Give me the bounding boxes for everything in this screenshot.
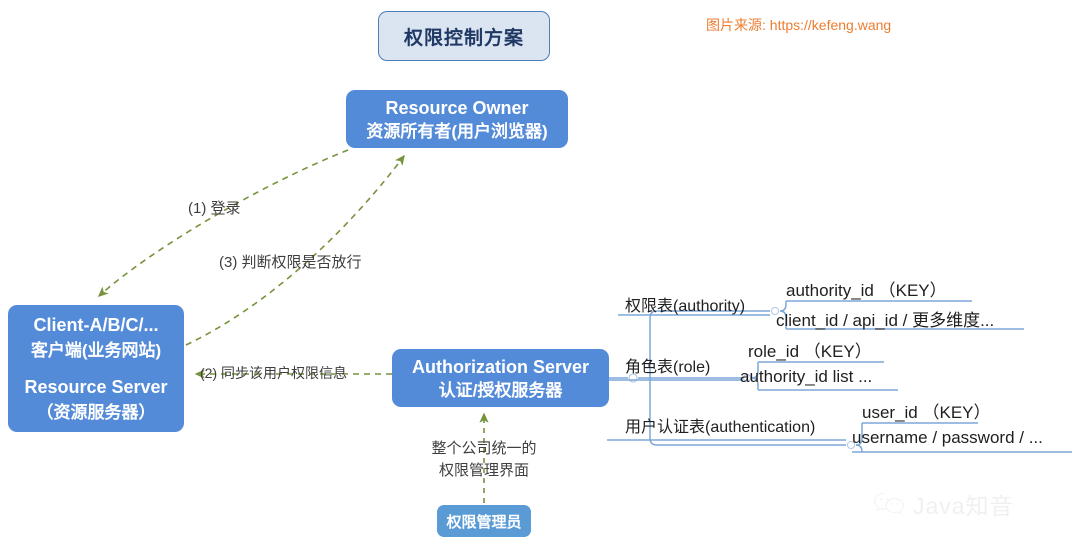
auth-server-title-en: Authorization Server [411,356,590,377]
admin-caption: 整个公司统一的 权限管理界面 [414,438,554,482]
node-resource-owner: Resource Owner 资源所有者(用户浏览器) [346,90,568,148]
auth-server-title-cn: 认证/授权服务器 [438,380,563,400]
node-admin: 权限管理员 [437,505,531,537]
node-authorization-server: Authorization Server 认证/授权服务器 [392,349,609,407]
wechat-icon [873,492,904,515]
table-name-authentication: 用户认证表(authentication) [625,419,816,436]
table-name-authority: 权限表(authority) [625,298,746,315]
admin-label: 权限管理员 [446,513,522,531]
diagram-title: 权限控制方案 [378,11,550,61]
brand-watermark: Java知音 [873,487,1014,521]
table-name-role: 角色表(role) [625,359,711,376]
client-title-cn: 客户端(业务网站) [30,340,162,360]
diagram-canvas: 权限控制方案 图片来源: https://kefeng.wang Resourc… [0,0,1080,546]
table-field-authority-1: authority_id （KEY） [786,281,947,300]
table-field-role-1: role_id （KEY） [748,342,872,361]
resource-owner-title-cn: 资源所有者(用户浏览器) [366,121,548,141]
diagram-title-text: 权限控制方案 [403,27,524,49]
table-field-authentication-1: user_id （KEY） [862,403,991,422]
source-watermark: 图片来源: https://kefeng.wang [706,17,892,33]
brand-watermark-text: Java知音 [913,493,1014,519]
resource-server-title-cn: （资源服务器） [36,402,156,422]
table-field-authentication-2: username / password / ... [852,428,1043,447]
admin-caption-line1: 整个公司统一的 [431,440,537,457]
resource-server-title-en: Resource Server [24,376,168,397]
resource-owner-title-en: Resource Owner [385,97,529,118]
table-field-authority-2: client_id / api_id / 更多维度... [776,311,995,330]
flow-arrow-login [97,149,349,297]
flow-label-sync-permission: (2) 同步该用户权限信息 [200,365,347,381]
client-title-en: Client-A/B/C/... [33,314,159,335]
node-client-resource-server: Client-A/B/C/... 客户端(业务网站) Resource Serv… [8,305,184,432]
table-field-role-2: authority_id list ... [740,367,873,386]
admin-caption-line2: 权限管理界面 [438,462,529,479]
flow-label-login: (1) 登录 [188,200,241,217]
flow-label-check-permission: (3) 判断权限是否放行 [219,254,362,271]
